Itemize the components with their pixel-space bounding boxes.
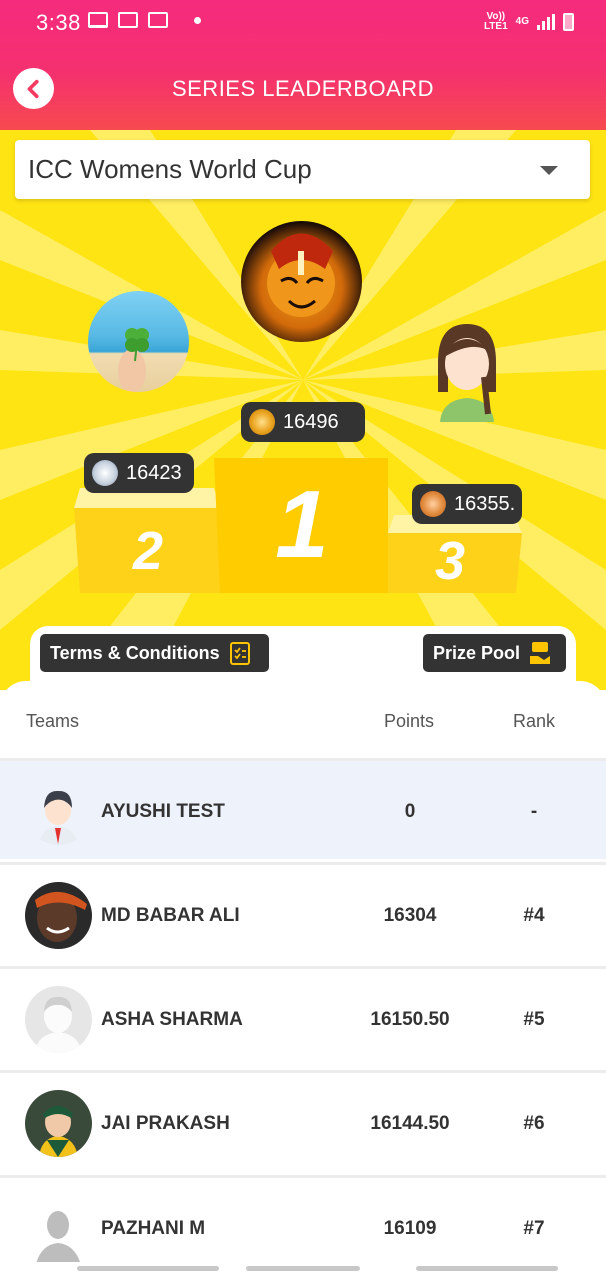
status-bar: 3:38 Vo)) LTE1 4G: [0, 0, 606, 46]
lte-label: LTE1: [483, 21, 508, 32]
column-header-rank: Rank: [513, 711, 556, 731]
score-third: 16355.: [454, 492, 516, 515]
user-avatar-image: [25, 778, 92, 845]
row-points: 16150.50: [370, 1009, 450, 1030]
row-points: 16144.50: [370, 1113, 450, 1134]
prize-pool-label: Prize Pool: [433, 642, 521, 663]
girl-avatar-image: [438, 324, 496, 422]
avatar-first-place[interactable]: [241, 221, 362, 342]
avatar: [25, 986, 92, 1053]
clover-hand-image: [118, 328, 149, 392]
gold-medal-icon: [249, 409, 275, 435]
row-rank: #6: [523, 1113, 545, 1134]
status-system-icons: Vo)) LTE1 4G: [484, 12, 574, 32]
row-team-name: ASHA SHARMA: [101, 1009, 243, 1030]
series-dropdown-value: ICC Womens World Cup: [28, 154, 312, 184]
laptop-icon: [88, 12, 108, 28]
status-notification-icons: [88, 12, 201, 28]
score-pill-first: 16496: [241, 402, 365, 442]
avatar: [25, 1090, 92, 1157]
row-rank: #7: [523, 1218, 545, 1239]
user-photo-image: [25, 882, 92, 949]
prize-pool-button[interactable]: Prize Pool: [423, 634, 566, 672]
podium-rank-third: 3: [434, 531, 466, 591]
battery-icon: [563, 13, 574, 31]
network-type: 4G: [515, 16, 529, 27]
volte-indicator: Vo)) LTE1: [484, 12, 508, 32]
row-rank: #4: [523, 905, 545, 926]
row-team-name: PAZHANI M: [101, 1218, 206, 1239]
signal-icon: [537, 14, 555, 30]
row-team-name: JAI PRAKASH: [101, 1113, 230, 1134]
caret-down-icon: [540, 166, 558, 175]
podium-rank-first: 1: [275, 471, 329, 578]
terms-conditions-label: Terms & Conditions: [50, 642, 220, 663]
terms-conditions-button[interactable]: Terms & Conditions: [40, 634, 269, 672]
score-pill-third: 16355.: [412, 484, 522, 524]
default-avatar-image: [25, 986, 92, 1053]
silver-medal-icon: [92, 460, 118, 486]
row-points: 16304: [383, 905, 437, 926]
score-first: 16496: [283, 410, 339, 433]
column-header-points: Points: [384, 711, 435, 731]
nav-home-handle[interactable]: [246, 1266, 360, 1271]
row-rank: #5: [523, 1009, 545, 1030]
avatar-second-place[interactable]: [88, 291, 189, 392]
row-points: 16109: [383, 1218, 437, 1239]
avatar: [25, 1195, 92, 1262]
table-row[interactable]: AYUSHI TEST 0 -: [0, 758, 606, 859]
status-time: 3:38: [36, 10, 81, 35]
series-dropdown[interactable]: ICC Womens World Cup: [15, 140, 590, 199]
app-header: 3:38 Vo)) LTE1 4G SERIES LEADERBOARD: [0, 0, 606, 130]
table-row[interactable]: MD BABAR ALI 16304 #4: [0, 862, 606, 963]
deity-avatar-image: [267, 233, 335, 317]
column-header-teams: Teams: [26, 711, 80, 731]
table-row[interactable]: ASHA SHARMA 16150.50 #5: [0, 966, 606, 1067]
checklist-icon: [229, 642, 250, 665]
row-team-name: AYUSHI TEST: [101, 801, 225, 822]
score-pill-second: 16423: [84, 453, 194, 493]
voicemail-icon: [118, 12, 138, 28]
bronze-medal-icon: [420, 491, 446, 517]
system-navigation-bar: [0, 1258, 606, 1280]
podium-rank-second: 2: [132, 521, 164, 581]
score-second: 16423: [126, 461, 182, 484]
user-photo-image: [25, 1090, 92, 1157]
page-title: SERIES LEADERBOARD: [171, 76, 435, 101]
avatar: [25, 778, 92, 845]
row-rank: -: [530, 801, 538, 822]
row-team-name: MD BABAR ALI: [101, 905, 240, 926]
nav-recents-handle[interactable]: [77, 1266, 219, 1271]
nav-back-handle[interactable]: [416, 1266, 558, 1271]
dot-icon: [194, 16, 201, 24]
table-row[interactable]: JAI PRAKASH 16144.50 #6: [0, 1070, 606, 1171]
money-hand-icon: [530, 642, 551, 664]
avatar: [25, 882, 92, 949]
image-icon: [148, 12, 168, 28]
row-points: 0: [404, 801, 416, 822]
avatar-third-place[interactable]: [434, 322, 500, 422]
silhouette-avatar-image: [25, 1195, 92, 1262]
